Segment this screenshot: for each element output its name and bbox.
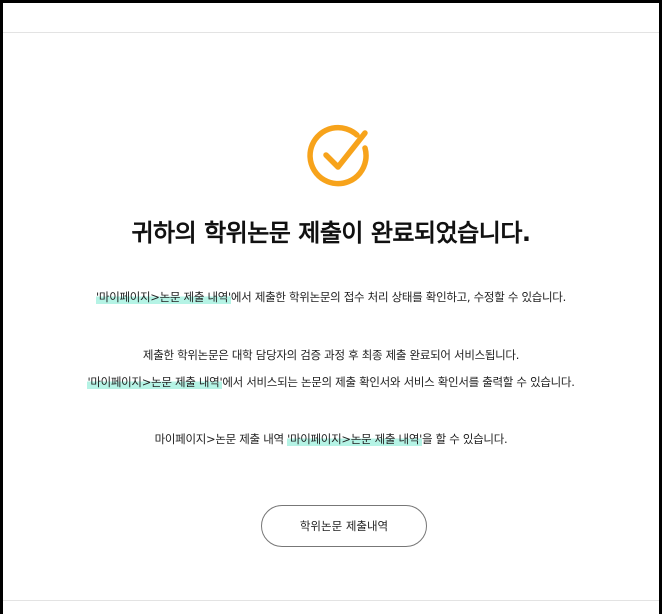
check-circle-icon: [307, 124, 369, 187]
info-paragraph-2-line-1: 제출한 학위논문은 대학 담당자의 검증 과정 후 최종 제출 완료되어 서비스…: [142, 348, 520, 362]
info-paragraph-3: 마이페이지>논문 제출 내역 '마이페이지>논문 제출 내역'을 할 수 있습니…: [3, 431, 659, 447]
mypage-link-highlight[interactable]: '마이페이지>논문 제출 내역': [287, 432, 422, 446]
thesis-submission-history-button[interactable]: 학위논문 제출내역: [261, 505, 427, 547]
mypage-link-highlight[interactable]: '마이페이지>논문 제출 내역': [96, 290, 231, 304]
info-paragraph-2-line-2: '마이페이지>논문 제출 내역'에서 서비스되는 논문의 제출 확인서와 서비스…: [3, 374, 659, 390]
bottom-divider: [3, 600, 659, 601]
dialog-frame: 귀하의 학위논문 제출이 완료되었습니다. '마이페이지>논문 제출 내역'에서…: [0, 0, 662, 614]
page-title: 귀하의 학위논문 제출이 완료되었습니다.: [131, 219, 531, 247]
info-text: 에서 서비스되는 논문의 제출 확인서와 서비스 확인서를 출력할 수 있습니다…: [222, 375, 575, 389]
top-divider: [3, 32, 659, 33]
info-text-suffix: 을 할 수 있습니다.: [421, 432, 508, 446]
info-text-prefix: 마이페이지>논문 제출 내역: [154, 432, 288, 446]
info-text: 에서 제출한 학위논문의 접수 처리 상태를 확인하고, 수정할 수 있습니다.: [230, 290, 566, 304]
mypage-link-highlight[interactable]: '마이페이지>논문 제출 내역': [87, 375, 223, 389]
info-paragraph-1: '마이페이지>논문 제출 내역'에서 제출한 학위논문의 접수 처리 상태를 확…: [3, 289, 659, 305]
